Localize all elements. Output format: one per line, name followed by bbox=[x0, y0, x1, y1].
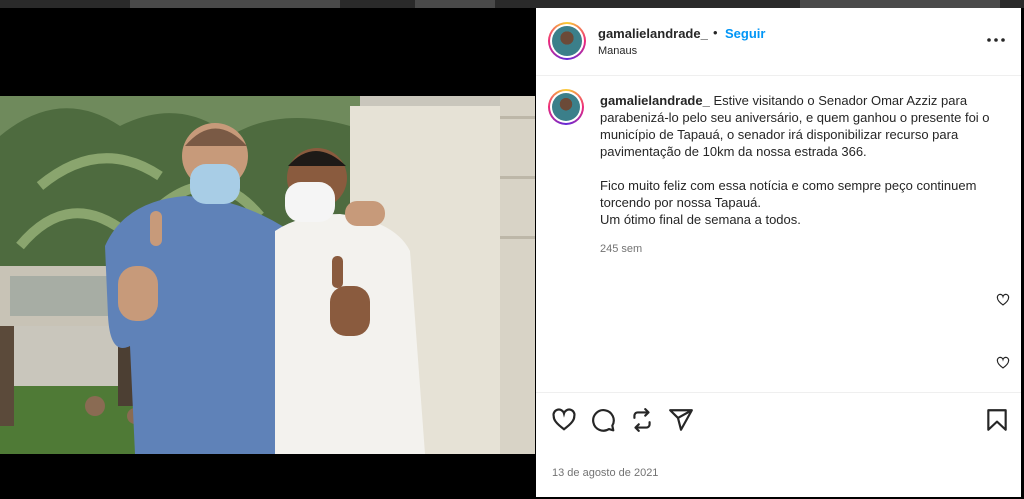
caption-text: gamalielandrade_ Estive visitando o Sena… bbox=[600, 92, 1000, 228]
caption-section: gamalielandrade_ Estive visitando o Sena… bbox=[536, 76, 1021, 399]
background-thumbnail bbox=[800, 0, 1000, 8]
share-icon[interactable] bbox=[629, 407, 655, 433]
caption-username[interactable]: gamalielandrade_ bbox=[600, 93, 710, 108]
avatar[interactable] bbox=[548, 22, 586, 60]
username-link[interactable]: gamalielandrade_ bbox=[598, 26, 708, 41]
caption-avatar[interactable] bbox=[548, 89, 584, 125]
heart-icon[interactable] bbox=[551, 407, 577, 433]
follow-button[interactable]: Seguir bbox=[725, 26, 765, 41]
more-horizontal-icon[interactable] bbox=[984, 28, 1008, 52]
heart-icon[interactable] bbox=[996, 293, 1010, 307]
caption-body: Estive visitando o Senador Omar Azziz pa… bbox=[600, 93, 990, 227]
location-link[interactable]: Manaus bbox=[598, 45, 637, 57]
photo-illustration bbox=[0, 96, 535, 454]
send-icon[interactable] bbox=[668, 407, 694, 433]
post-panel: gamalielandrade_ • Seguir Manaus gamalie… bbox=[536, 8, 1021, 497]
background-page-strip bbox=[0, 0, 1024, 8]
post-date: 13 de agosto de 2021 bbox=[552, 467, 659, 479]
caption-time-ago: 245 sem bbox=[600, 243, 643, 255]
post-photo[interactable] bbox=[0, 96, 535, 454]
comment-icon[interactable] bbox=[590, 407, 616, 433]
background-thumbnail bbox=[130, 0, 340, 8]
bookmark-icon[interactable] bbox=[984, 407, 1010, 433]
background-thumbnail bbox=[415, 0, 495, 8]
separator-dot: • bbox=[713, 25, 718, 40]
heart-icon[interactable] bbox=[996, 356, 1010, 370]
post-header: gamalielandrade_ • Seguir Manaus bbox=[536, 8, 1021, 76]
post-actions: 13 de agosto de 2021 bbox=[536, 392, 1021, 497]
